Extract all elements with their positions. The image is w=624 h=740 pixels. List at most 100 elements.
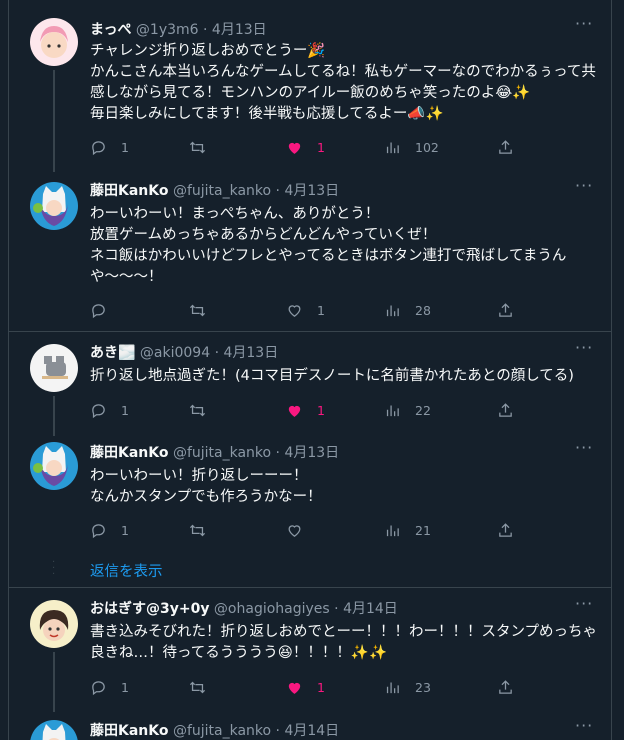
tweet-date[interactable]: 4月13日: [284, 445, 339, 461]
retweet-icon: [189, 681, 206, 693]
tweet[interactable]: まっぺ @1y3m6 · 4月13日 ··· チャレンジ折り返しおめでとうー🎉 …: [9, 0, 611, 172]
tweet-text: 折り返し地点過ぎた！(4コマ目デスノートに名前書かれたあとの顔してる): [90, 368, 574, 384]
view-count: 23: [415, 679, 431, 695]
retweet-button[interactable]: [188, 300, 221, 320]
tweet[interactable]: 藤田KanKo @fujita_kanko · 4月14日 ···: [9, 712, 611, 740]
author-handle[interactable]: @ohagiohagiyes: [214, 601, 330, 617]
avatar[interactable]: [30, 344, 78, 392]
more-options-icon[interactable]: ···: [575, 338, 593, 357]
reply-icon: [92, 403, 105, 418]
author-name[interactable]: 藤田KanKo: [90, 723, 168, 739]
author-name[interactable]: 藤田KanKo: [90, 183, 168, 199]
reply-count: 1: [121, 402, 129, 418]
retweet-icon: [189, 141, 206, 153]
author-handle[interactable]: @fujita_kanko: [173, 183, 271, 199]
views-button[interactable]: 21: [384, 520, 431, 540]
reply-icon: [92, 140, 105, 155]
retweet-button[interactable]: [188, 520, 221, 540]
avatar[interactable]: [30, 720, 78, 740]
share-button[interactable]: [497, 520, 514, 540]
tweet-date[interactable]: 4月13日: [212, 22, 267, 38]
retweet-button[interactable]: [188, 677, 221, 697]
like-count: 1: [317, 679, 325, 695]
like-button[interactable]: 1: [286, 677, 325, 697]
tweet-actions: 1 21: [90, 520, 560, 540]
avatar[interactable]: [30, 442, 78, 490]
avatar[interactable]: [30, 182, 78, 230]
author-handle[interactable]: @fujita_kanko: [173, 723, 271, 739]
author-handle[interactable]: @aki0094: [140, 345, 210, 361]
thread-line: [53, 652, 55, 712]
share-icon: [499, 522, 512, 537]
reply-button[interactable]: 1: [90, 400, 129, 420]
tweet[interactable]: 藤田KanKo @fujita_kanko · 4月13日 ··· わーいわーい…: [9, 432, 611, 552]
views-icon: [386, 405, 399, 416]
reply-button[interactable]: [90, 300, 121, 320]
separator: ·: [275, 445, 280, 461]
thread-line: [53, 70, 55, 172]
author-name[interactable]: おはぎす@3y+0y: [90, 601, 209, 617]
avatar[interactable]: [30, 600, 78, 648]
retweet-button[interactable]: [188, 137, 221, 157]
like-button[interactable]: [286, 520, 317, 540]
more-options-icon[interactable]: ···: [575, 716, 593, 735]
like-count: 1: [317, 402, 325, 418]
views-button[interactable]: 22: [384, 400, 431, 420]
avatar[interactable]: [30, 18, 78, 66]
tweet-date[interactable]: 4月13日: [284, 183, 339, 199]
tweet-text: 書き込みそびれた！折り返しおめでとーー！！！わー！！！スタンプめっちゃ良きね…！…: [90, 624, 598, 661]
author-name[interactable]: 藤田KanKo: [90, 445, 168, 461]
tweet[interactable]: あき🌫️ @aki0094 · 4月13日 ··· 折り返し地点過ぎた！(4コマ…: [9, 332, 611, 436]
views-icon: [386, 305, 399, 316]
share-icon: [499, 139, 512, 154]
reply-button[interactable]: 1: [90, 520, 129, 540]
reply-icon: [92, 303, 105, 318]
views-icon: [386, 682, 399, 693]
share-button[interactable]: [497, 137, 514, 157]
reply-count: 1: [121, 139, 129, 155]
tweet-date[interactable]: 4月14日: [343, 601, 398, 617]
tweet-actions: 1 1 22: [90, 400, 560, 420]
separator: ·: [203, 22, 208, 38]
author-name[interactable]: あき🌫️: [90, 345, 135, 361]
show-replies-link[interactable]: 返信を表示: [90, 560, 163, 581]
tweet-date[interactable]: 4月14日: [284, 723, 339, 739]
heart-filled-icon: [288, 682, 301, 694]
tweet[interactable]: 藤田KanKo @fujita_kanko · 4月13日 ··· わーいわーい…: [9, 170, 611, 330]
author-name[interactable]: まっぺ: [90, 22, 131, 38]
more-options-icon[interactable]: ···: [575, 594, 593, 613]
separator: ·: [275, 183, 280, 199]
author-handle[interactable]: @1y3m6: [136, 22, 199, 38]
share-icon: [499, 302, 512, 317]
share-button[interactable]: [497, 677, 514, 697]
retweet-button[interactable]: [188, 400, 221, 420]
like-button[interactable]: 1: [286, 400, 325, 420]
view-count: 102: [415, 139, 439, 155]
more-options-icon[interactable]: ···: [575, 14, 593, 33]
tweet-text: チャレンジ折り返しおめでとうー🎉 かんこさん本当いろんなゲームしてるね！私もゲー…: [90, 43, 596, 122]
more-options-icon[interactable]: ···: [575, 176, 593, 195]
reply-count: 1: [121, 679, 129, 695]
thread-dots: · · ·: [52, 557, 56, 580]
tweet-actions: 1 1 102: [90, 137, 560, 157]
tweet[interactable]: おはぎす@3y+0y @ohagiohagiyes · 4月14日 ··· 書き…: [9, 588, 611, 712]
retweet-icon: [189, 304, 206, 316]
more-options-icon[interactable]: ···: [575, 438, 593, 457]
reply-button[interactable]: 1: [90, 677, 129, 697]
share-button[interactable]: [497, 300, 514, 320]
views-button[interactable]: 23: [384, 677, 431, 697]
tweet-actions: 1 1 23: [90, 677, 560, 697]
view-count: 28: [415, 302, 431, 318]
views-button[interactable]: 28: [384, 300, 431, 320]
like-count: 1: [317, 139, 325, 155]
share-button[interactable]: [497, 400, 514, 420]
like-button[interactable]: 1: [286, 300, 325, 320]
like-button[interactable]: 1: [286, 137, 325, 157]
author-handle[interactable]: @fujita_kanko: [173, 445, 271, 461]
separator: ·: [334, 601, 339, 617]
tweet-date[interactable]: 4月13日: [223, 345, 278, 361]
views-button[interactable]: 102: [384, 137, 439, 157]
tweet-actions: 1 28: [90, 300, 560, 320]
tweet-text: わーいわーい！まっぺちゃん、ありがとう！ 放置ゲームめっちゃあるからどんどんやっ…: [90, 206, 567, 285]
reply-button[interactable]: 1: [90, 137, 129, 157]
